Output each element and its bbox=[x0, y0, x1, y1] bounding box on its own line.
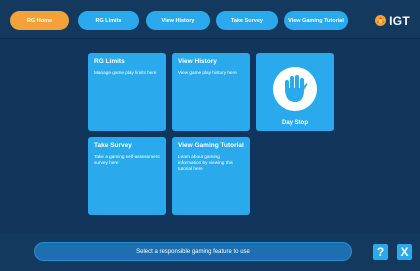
igt-logo-icon bbox=[375, 15, 387, 26]
tile-description: Learn about gaming information by viewin… bbox=[178, 154, 233, 171]
hand-stop-icon bbox=[285, 75, 308, 102]
help-button[interactable]: ? bbox=[373, 244, 388, 260]
tab-rg-home[interactable]: RG Home bbox=[10, 11, 69, 30]
close-button[interactable]: X bbox=[397, 244, 412, 260]
igt-logo: IGT bbox=[375, 11, 410, 30]
bottom-bar: Select a responsible gaming feature to u… bbox=[0, 234, 420, 271]
tile-description: Manage game play limits here bbox=[94, 70, 157, 75]
tile-title: View History bbox=[178, 58, 217, 65]
tile-title: View Gaming Tutorial bbox=[178, 142, 244, 149]
top-nav-bar: RG Home RG Limits View History Take Surv… bbox=[0, 0, 420, 38]
divider bbox=[0, 38, 420, 39]
tile-description: View game play history here bbox=[178, 70, 237, 75]
tile-view-history[interactable]: View History View game play history here bbox=[172, 53, 250, 131]
tile-rg-limits[interactable]: RG Limits Manage game play limits here bbox=[88, 53, 166, 131]
tile-title: Take Survey bbox=[94, 142, 132, 149]
status-message: Select a responsible gaming feature to u… bbox=[34, 242, 352, 261]
tile-description: Take a gaming self-assessment survey her… bbox=[94, 154, 160, 165]
tab-take-survey[interactable]: Take Survey bbox=[216, 11, 278, 30]
tile-view-gaming-tutorial[interactable]: View Gaming Tutorial Learn about gaming … bbox=[172, 137, 250, 215]
tile-take-survey[interactable]: Take Survey Take a gaming self-assessmen… bbox=[88, 137, 166, 215]
tab-rg-limits[interactable]: RG Limits bbox=[78, 11, 139, 30]
hand-circle bbox=[273, 67, 317, 111]
tab-view-gaming-tutorial[interactable]: View Gaming Tutorial bbox=[284, 11, 348, 30]
tab-view-history[interactable]: View History bbox=[146, 11, 210, 30]
day-stop-label: Day Stop bbox=[281, 120, 308, 126]
tile-day-stop[interactable]: Day Stop bbox=[256, 53, 334, 131]
logo-text: IGT bbox=[389, 13, 410, 28]
tile-title: RG Limits bbox=[94, 58, 125, 65]
